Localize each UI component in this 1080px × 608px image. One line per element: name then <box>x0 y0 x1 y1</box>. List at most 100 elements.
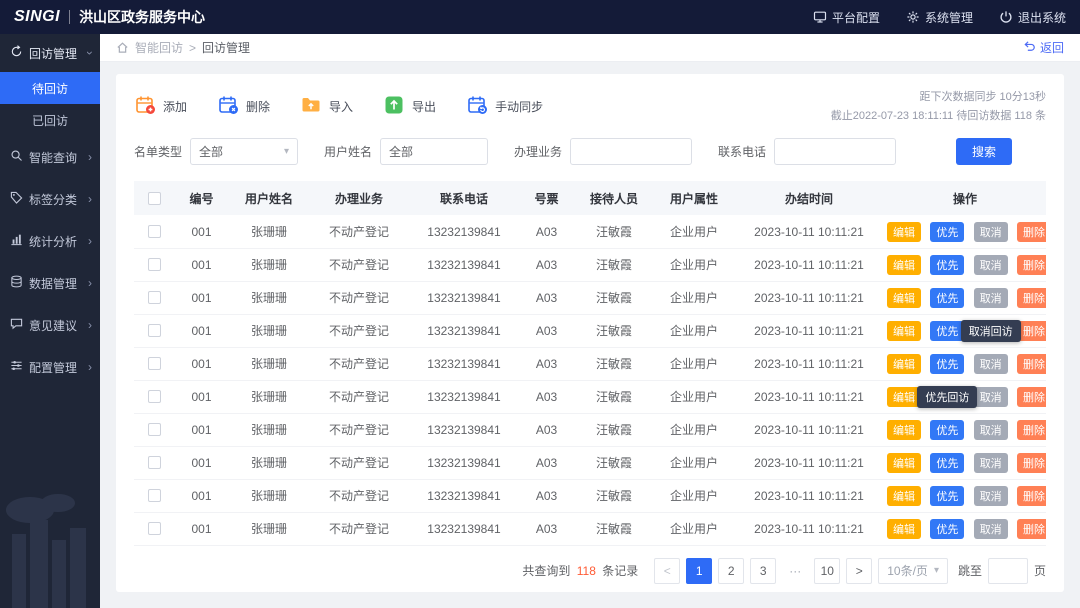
business-input[interactable] <box>570 138 693 166</box>
sidebar-item-tag-category[interactable]: 标签分类 › <box>0 178 100 220</box>
edit-button[interactable]: 编辑 <box>887 386 921 407</box>
row-checkbox[interactable] <box>147 258 161 272</box>
priority-button[interactable]: 优先 <box>930 518 965 539</box>
search-button[interactable]: 搜索 <box>956 138 1013 166</box>
user-name-input[interactable] <box>380 138 489 166</box>
delete-button[interactable]: 删除 <box>1017 485 1046 506</box>
priority-button[interactable]: 优先 <box>930 353 965 374</box>
row-checkbox[interactable] <box>147 225 161 239</box>
phone-input[interactable] <box>774 138 897 166</box>
delete-button[interactable]: 删除 <box>1017 287 1046 308</box>
edit-button[interactable]: 编辑 <box>887 221 921 242</box>
row-checkbox[interactable] <box>147 291 161 305</box>
cancel-button[interactable]: 取消 <box>973 386 1008 407</box>
export-button[interactable]: 导出 <box>383 94 436 119</box>
row-checkbox[interactable] <box>147 423 161 437</box>
pager-page[interactable]: 10 <box>814 557 841 584</box>
home-icon[interactable] <box>116 41 129 54</box>
add-button[interactable]: 添加 <box>134 94 187 119</box>
cancel-button[interactable]: 取消 <box>973 254 1008 275</box>
priority-button[interactable]: 优先 <box>930 320 965 341</box>
priority-button[interactable]: 优先 <box>930 452 965 473</box>
list-type-select[interactable]: 全部 ▾ <box>190 138 299 166</box>
cancel-button[interactable]: 取消 <box>973 518 1008 539</box>
delete-button[interactable]: 删除 <box>1017 419 1046 440</box>
delete-button[interactable]: 删除 <box>1017 452 1046 473</box>
cell-attribute: 企业用户 <box>654 413 734 447</box>
edit-button[interactable]: 编辑 <box>887 518 921 539</box>
sidebar-item-completed-visits[interactable]: 已回访 <box>0 104 100 136</box>
edit-button[interactable]: 编辑 <box>887 485 921 506</box>
page-size-select[interactable]: 10条/页 ▾ <box>878 557 948 584</box>
breadcrumb-separator: > <box>189 40 197 55</box>
priority-button[interactable]: 优先 <box>930 287 965 308</box>
cell-phone: 13232139841 <box>409 380 519 414</box>
cancel-button[interactable]: 取消 <box>973 485 1008 506</box>
cell-attribute: 企业用户 <box>654 215 734 249</box>
back-button[interactable]: 返回 <box>1023 39 1064 56</box>
sidebar-item-data-management[interactable]: 数据管理 › <box>0 262 100 304</box>
cell-attribute: 企业用户 <box>654 479 734 513</box>
edit-button[interactable]: 编辑 <box>887 452 921 473</box>
priority-button[interactable]: 优先 <box>930 419 965 440</box>
sidebar-group-label: 回访管理 <box>29 46 78 61</box>
jump-input[interactable] <box>987 557 1028 584</box>
pager-prev[interactable]: < <box>654 557 681 584</box>
cell-no: 001 <box>174 413 229 447</box>
row-checkbox[interactable] <box>147 489 161 503</box>
edit-button[interactable]: 编辑 <box>887 353 921 374</box>
pager-next[interactable]: > <box>846 557 873 584</box>
platform-config-menu[interactable]: 平台配置 <box>813 9 880 26</box>
breadcrumb-parent[interactable]: 智能回访 <box>135 39 183 56</box>
table-row: 001 张珊珊 不动产登记 13232139841 A03 汪敏霞 企业用户 2… <box>134 347 1046 381</box>
pager-page[interactable]: 2 <box>718 557 745 584</box>
delete-button[interactable]: 删除 <box>1017 353 1046 374</box>
logout-menu[interactable]: 退出系统 <box>999 9 1066 26</box>
delete-button[interactable]: 删除 <box>1017 320 1046 341</box>
delete-button[interactable]: 删除 <box>1017 386 1046 407</box>
cancel-button[interactable]: 取消 <box>973 221 1008 242</box>
cell-name: 张珊珊 <box>229 347 309 381</box>
pager-page[interactable]: 3 <box>750 557 777 584</box>
priority-button[interactable]: 优先 <box>930 485 965 506</box>
delete-button[interactable]: 删除 <box>1017 254 1046 275</box>
pager-page[interactable]: 1 <box>686 557 713 584</box>
sidebar-item-config-management[interactable]: 配置管理 › <box>0 346 100 388</box>
priority-button[interactable]: 优先 <box>930 221 965 242</box>
cancel-button[interactable]: 取消 <box>973 353 1008 374</box>
sidebar-item-label: 意见建议 <box>29 318 78 333</box>
sidebar-item-label: 数据管理 <box>29 276 78 291</box>
sidebar-item-feedback[interactable]: 意见建议 › <box>0 304 100 346</box>
cancel-button[interactable]: 取消 <box>973 419 1008 440</box>
row-checkbox[interactable] <box>147 357 161 371</box>
sidebar: 回访管理 › 待回访 已回访 智能查询 › 标签分类 › 统计分析 › 数据管理… <box>0 34 100 608</box>
edit-button[interactable]: 编辑 <box>887 287 921 308</box>
sidebar-item-return-visit-management[interactable]: 回访管理 › <box>0 34 100 72</box>
import-button[interactable]: 导入 <box>300 94 353 119</box>
cell-time: 2023-10-11 10:11:21 <box>734 380 884 414</box>
filter-bar: 名单类型 全部 ▾ 用户姓名 办理业务 <box>134 138 1046 166</box>
cancel-button[interactable]: 取消 <box>973 287 1008 308</box>
sidebar-item-statistics[interactable]: 统计分析 › <box>0 220 100 262</box>
cell-business: 不动产登记 <box>309 446 409 480</box>
sidebar-item-pending-visits[interactable]: 待回访 <box>0 72 100 104</box>
sidebar-item-smart-query[interactable]: 智能查询 › <box>0 136 100 178</box>
row-checkbox[interactable] <box>147 522 161 536</box>
edit-button[interactable]: 编辑 <box>887 419 921 440</box>
select-all-checkbox[interactable] <box>147 191 161 205</box>
col-header-name: 用户姓名 <box>229 181 309 216</box>
system-manage-label: 系统管理 <box>924 10 973 25</box>
system-manage-menu[interactable]: 系统管理 <box>906 9 973 26</box>
delete-rows-button[interactable]: 删除 <box>217 94 270 119</box>
row-checkbox[interactable] <box>147 324 161 338</box>
delete-button[interactable]: 删除 <box>1017 221 1046 242</box>
manual-sync-button[interactable]: 手动同步 <box>466 94 543 119</box>
row-checkbox[interactable] <box>147 390 161 404</box>
row-checkbox[interactable] <box>147 456 161 470</box>
edit-button[interactable]: 编辑 <box>887 320 921 341</box>
cell-receptionist: 汪敏霞 <box>574 314 654 348</box>
priority-button[interactable]: 优先 <box>930 254 965 275</box>
edit-button[interactable]: 编辑 <box>887 254 921 275</box>
cancel-button[interactable]: 取消 <box>973 452 1008 473</box>
delete-button[interactable]: 删除 <box>1017 518 1046 539</box>
